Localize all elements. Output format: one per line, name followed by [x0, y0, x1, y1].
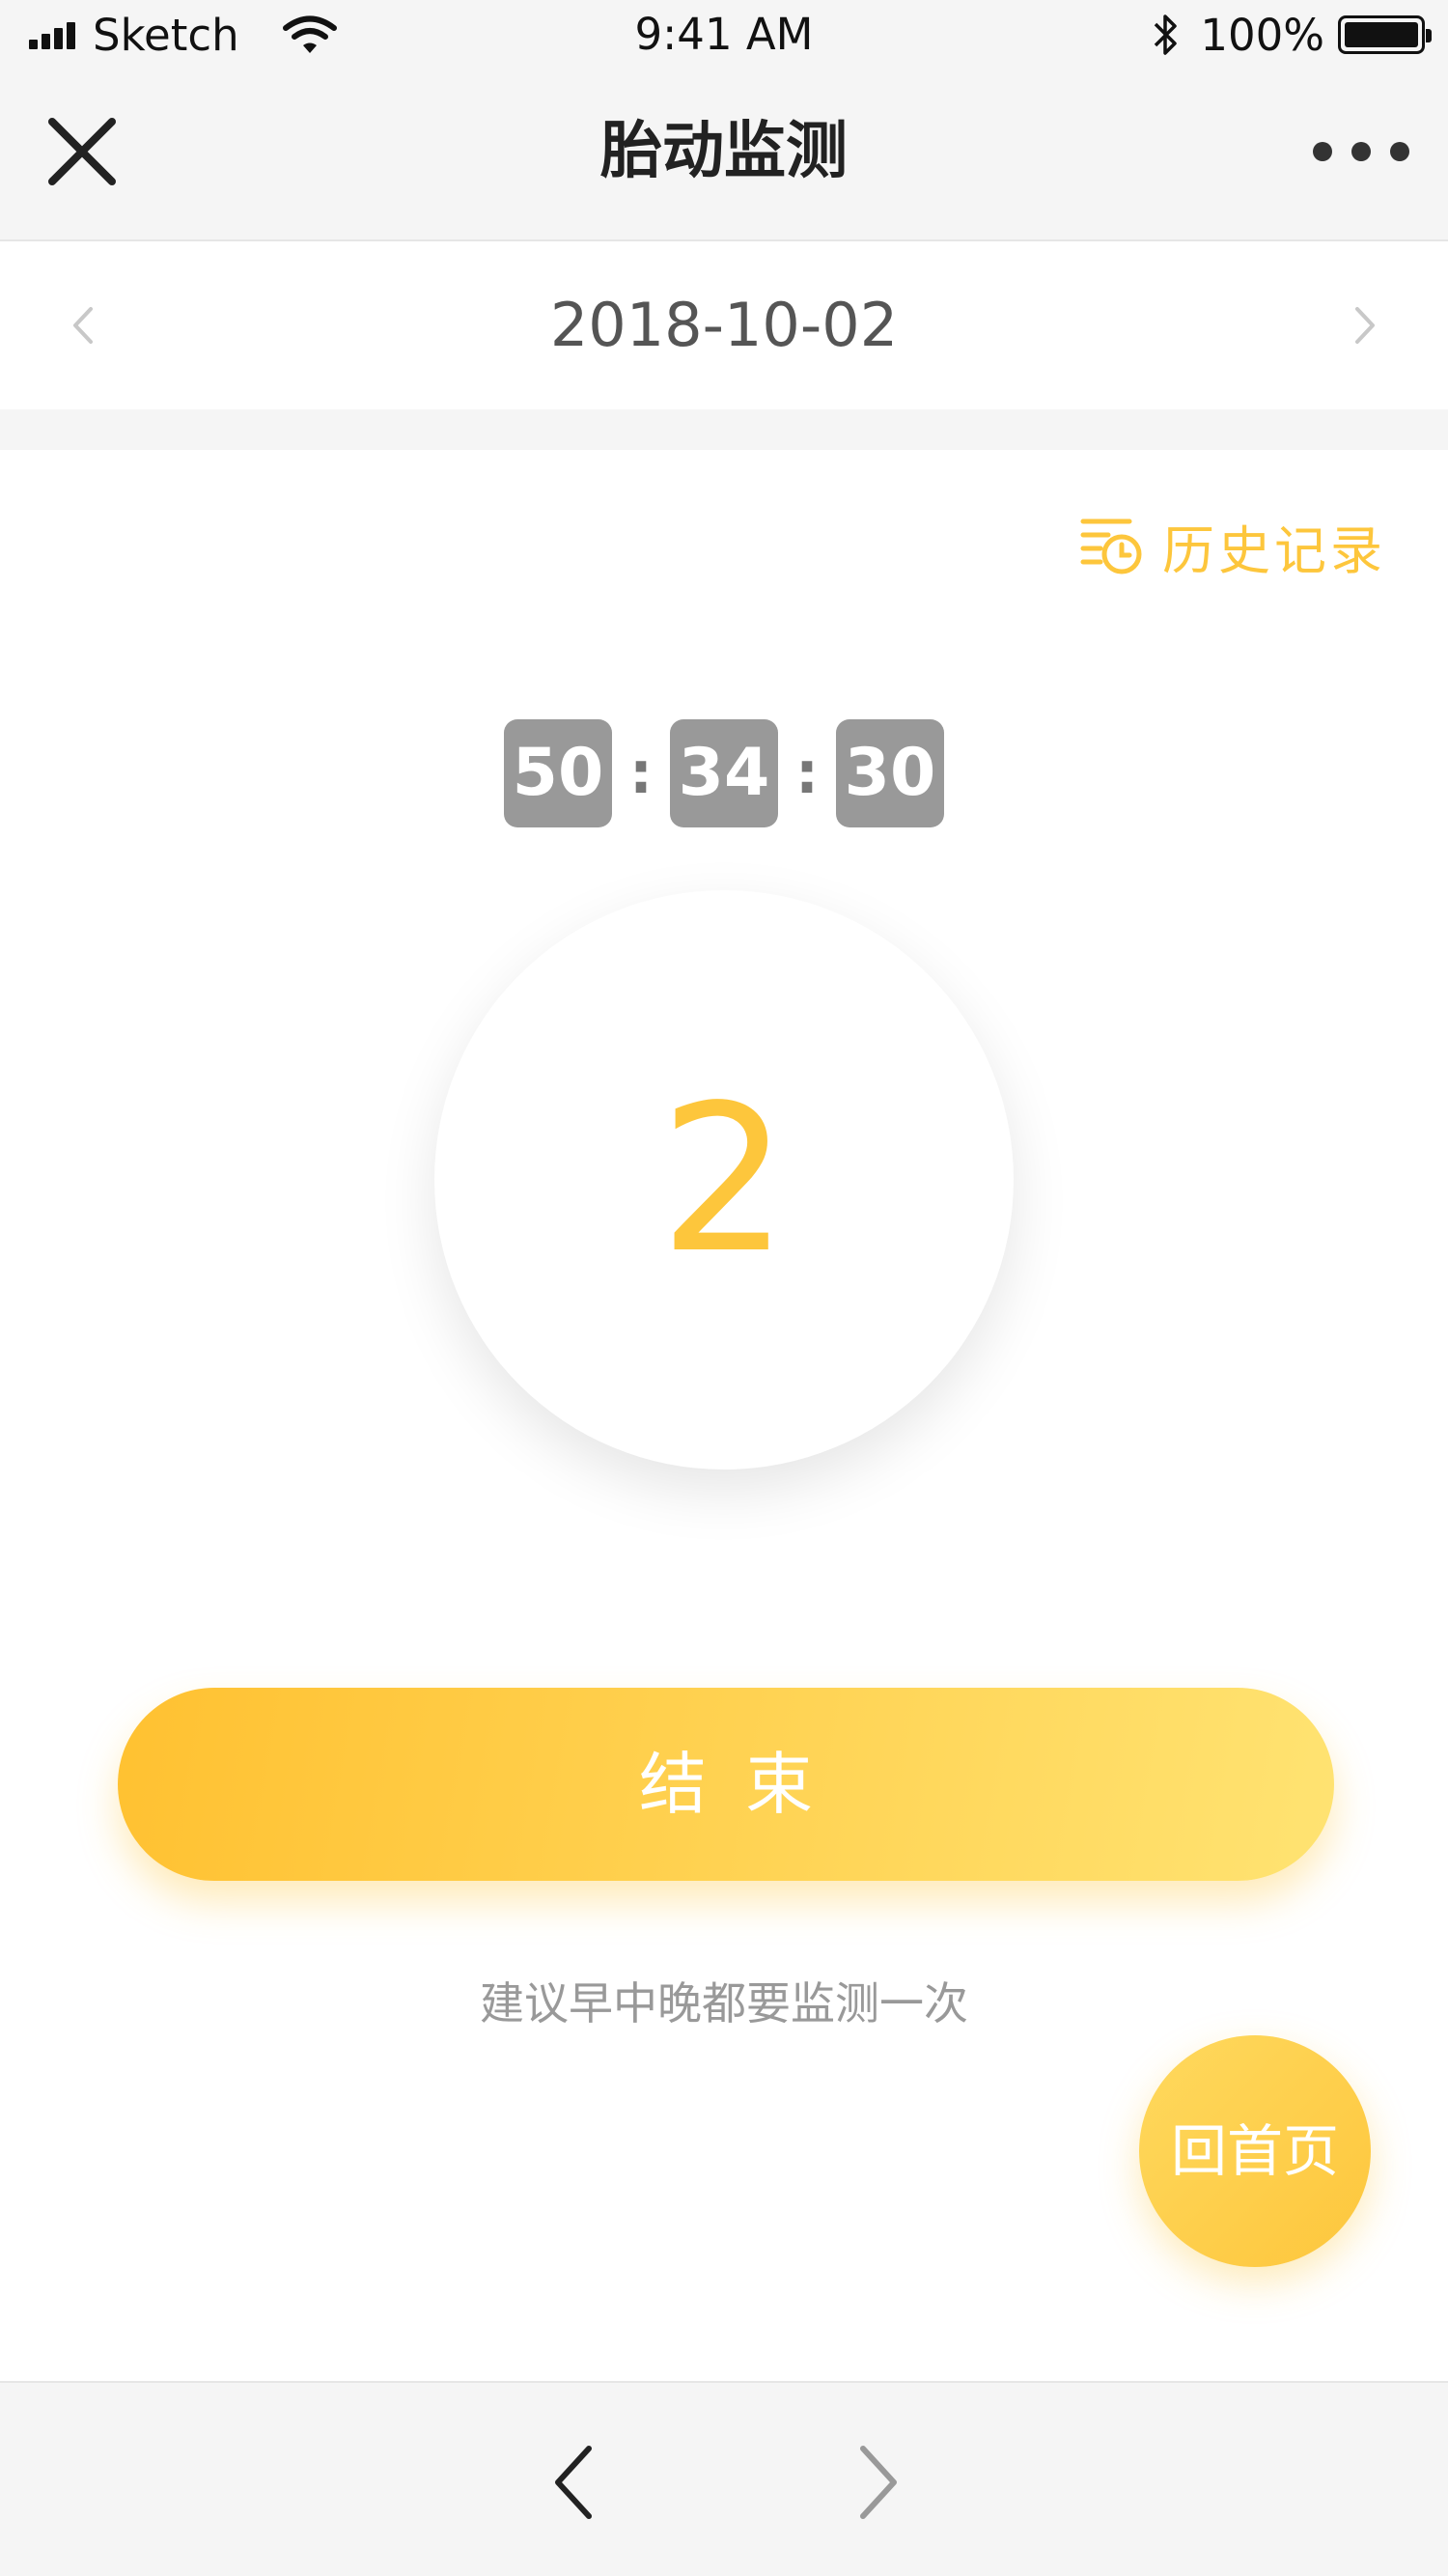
timer-separator: :	[795, 740, 819, 807]
status-bar: Sketch 9:41 AM 100%	[0, 0, 1448, 70]
current-date: 2018-10-02	[549, 290, 899, 360]
hint-text: 建议早中晚都要监测一次	[480, 1977, 968, 2030]
more-icon[interactable]	[1313, 127, 1409, 176]
history-clock-icon	[1080, 518, 1142, 574]
timer-separator: :	[629, 740, 653, 807]
kick-counter-button[interactable]: 2	[434, 890, 1014, 1470]
chevron-right-icon[interactable]	[1330, 292, 1398, 359]
end-button[interactable]: 结束	[118, 1688, 1334, 1881]
battery-percent: 100%	[1200, 9, 1324, 61]
date-bar: 2018-10-02	[0, 241, 1448, 409]
history-link[interactable]: 历史记录	[1079, 502, 1386, 589]
battery-icon	[1338, 15, 1432, 54]
timer: 50 : 34 : 30	[0, 719, 1448, 827]
page-title: 胎动监测	[600, 116, 848, 187]
kick-count: 2	[659, 1061, 789, 1298]
history-label: 历史记录	[1162, 519, 1386, 581]
timer-seconds: 34	[670, 719, 778, 827]
forward-arrow-icon[interactable]	[844, 2439, 911, 2526]
back-arrow-icon[interactable]	[541, 2439, 608, 2526]
nav-bar: 胎动监测	[0, 70, 1448, 241]
section-divider	[0, 409, 1448, 450]
status-right: 100%	[1150, 6, 1432, 64]
home-button[interactable]: 回首页	[1139, 2035, 1371, 2267]
bluetooth-icon	[1155, 14, 1178, 55]
timer-hundredths: 30	[836, 719, 944, 827]
bottom-toolbar	[0, 2381, 1448, 2576]
timer-minutes: 50	[504, 719, 612, 827]
